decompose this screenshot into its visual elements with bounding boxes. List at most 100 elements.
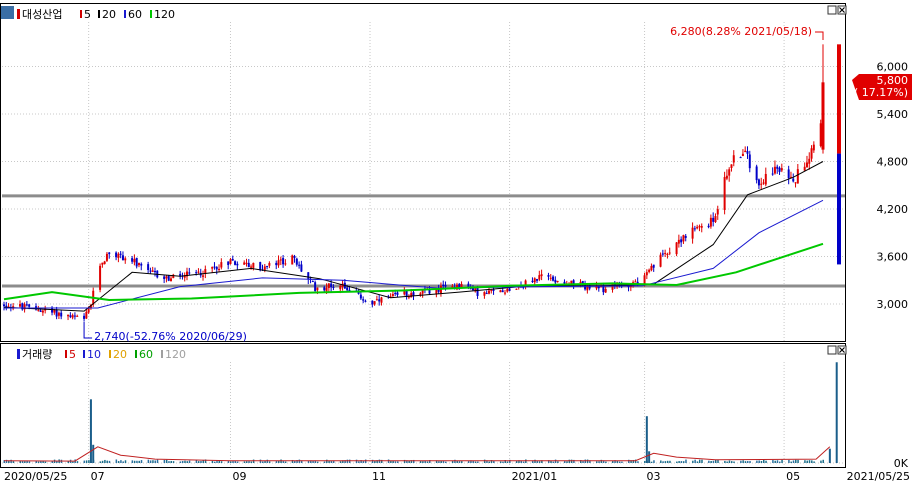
candle-body bbox=[805, 162, 808, 168]
volume-bar bbox=[99, 461, 102, 463]
volume-bar bbox=[426, 461, 429, 463]
panel-toggle-icon[interactable] bbox=[1, 6, 14, 19]
candle-body bbox=[76, 315, 79, 317]
stock-chart: 6,0005,4004,8004,2003,6003,00012,000K6,0… bbox=[0, 3, 912, 483]
legend-marker-icon bbox=[17, 9, 20, 19]
maximize-icon[interactable] bbox=[827, 5, 837, 15]
candle-body bbox=[117, 253, 120, 258]
volume-bar bbox=[772, 460, 774, 463]
maximize-icon[interactable] bbox=[827, 345, 837, 355]
candle bbox=[60, 310, 63, 320]
candle bbox=[284, 259, 287, 266]
candle-body bbox=[147, 264, 150, 270]
price-y-tick: 3,600 bbox=[877, 251, 909, 264]
candle bbox=[147, 261, 150, 274]
volume-bar bbox=[140, 460, 143, 463]
candle bbox=[808, 152, 811, 170]
candle-body bbox=[645, 272, 648, 276]
volume-bar bbox=[12, 461, 15, 463]
candle bbox=[419, 291, 422, 297]
candle-body bbox=[741, 153, 744, 156]
candle-body bbox=[277, 260, 280, 266]
candle bbox=[55, 306, 58, 320]
volume-bar bbox=[760, 460, 763, 463]
candle bbox=[103, 260, 106, 265]
candle bbox=[650, 263, 653, 272]
candle bbox=[698, 224, 701, 232]
candle-body bbox=[760, 183, 763, 185]
candle bbox=[659, 252, 662, 268]
price-y-tick: 3,000 bbox=[877, 298, 909, 311]
candle-body bbox=[300, 264, 303, 272]
volume-bar bbox=[298, 459, 301, 463]
x-axis-label: 07 bbox=[91, 470, 105, 483]
candle-body bbox=[314, 282, 317, 292]
volume-bar bbox=[582, 461, 584, 463]
candle-body bbox=[105, 253, 108, 261]
close-icon[interactable] bbox=[837, 5, 847, 15]
candle-body bbox=[378, 299, 381, 302]
volume-bar bbox=[268, 461, 271, 463]
candle-body bbox=[547, 274, 550, 277]
volume-bar bbox=[120, 460, 122, 463]
volume-bar bbox=[252, 459, 255, 463]
volume-bar bbox=[669, 460, 671, 463]
high-pointer bbox=[815, 31, 824, 40]
candle-body bbox=[444, 284, 447, 287]
candle-body bbox=[71, 315, 74, 318]
volume-bar bbox=[596, 461, 598, 463]
candle-body bbox=[243, 262, 246, 265]
volume-bar bbox=[733, 461, 735, 463]
volume-bar bbox=[756, 460, 758, 463]
vol-ma-legend-label: 10 bbox=[87, 348, 101, 361]
candle-body bbox=[28, 304, 31, 307]
volume-bar bbox=[792, 460, 795, 463]
candle-body bbox=[83, 315, 86, 319]
candle bbox=[245, 258, 248, 267]
volume-bar bbox=[390, 460, 392, 463]
candle-body bbox=[135, 257, 138, 267]
candle-body bbox=[684, 235, 687, 238]
candle-body bbox=[794, 182, 797, 184]
candle-body bbox=[220, 262, 223, 268]
candle-body bbox=[227, 261, 230, 266]
candle-body bbox=[748, 154, 751, 169]
candle-body bbox=[764, 173, 767, 185]
candle bbox=[762, 179, 765, 185]
candle-body bbox=[124, 258, 127, 261]
candle-body bbox=[691, 227, 694, 239]
candle-body bbox=[3, 304, 5, 307]
volume-bar bbox=[250, 461, 253, 463]
candle-body bbox=[99, 265, 102, 290]
candle bbox=[234, 260, 237, 266]
volume-spike bbox=[828, 448, 831, 463]
volume-bar bbox=[795, 459, 797, 463]
close-icon[interactable] bbox=[837, 345, 847, 355]
candle bbox=[776, 164, 779, 174]
ma-legend-label: 60 bbox=[128, 8, 142, 21]
candle bbox=[730, 164, 733, 172]
candle-body bbox=[515, 288, 518, 290]
candle bbox=[536, 278, 539, 283]
candle bbox=[314, 280, 317, 294]
candle-body bbox=[812, 144, 815, 151]
candle-body bbox=[487, 290, 490, 294]
volume-bar bbox=[346, 459, 349, 463]
candle-body bbox=[133, 259, 136, 263]
candle-body bbox=[346, 287, 349, 291]
candle bbox=[85, 309, 88, 320]
volume-bar bbox=[133, 460, 136, 463]
candle-body bbox=[165, 276, 168, 279]
volume-bar bbox=[138, 460, 140, 463]
candle bbox=[732, 150, 735, 167]
candle-body bbox=[680, 239, 683, 243]
candle bbox=[810, 145, 813, 162]
volume-bar bbox=[666, 460, 669, 463]
candle-body bbox=[295, 258, 298, 265]
candle-body bbox=[87, 308, 90, 313]
candle-body bbox=[53, 309, 56, 313]
volume-bar bbox=[394, 461, 397, 463]
low-pointer bbox=[83, 322, 93, 339]
volume-bar bbox=[355, 459, 358, 463]
candle-body bbox=[819, 123, 822, 146]
